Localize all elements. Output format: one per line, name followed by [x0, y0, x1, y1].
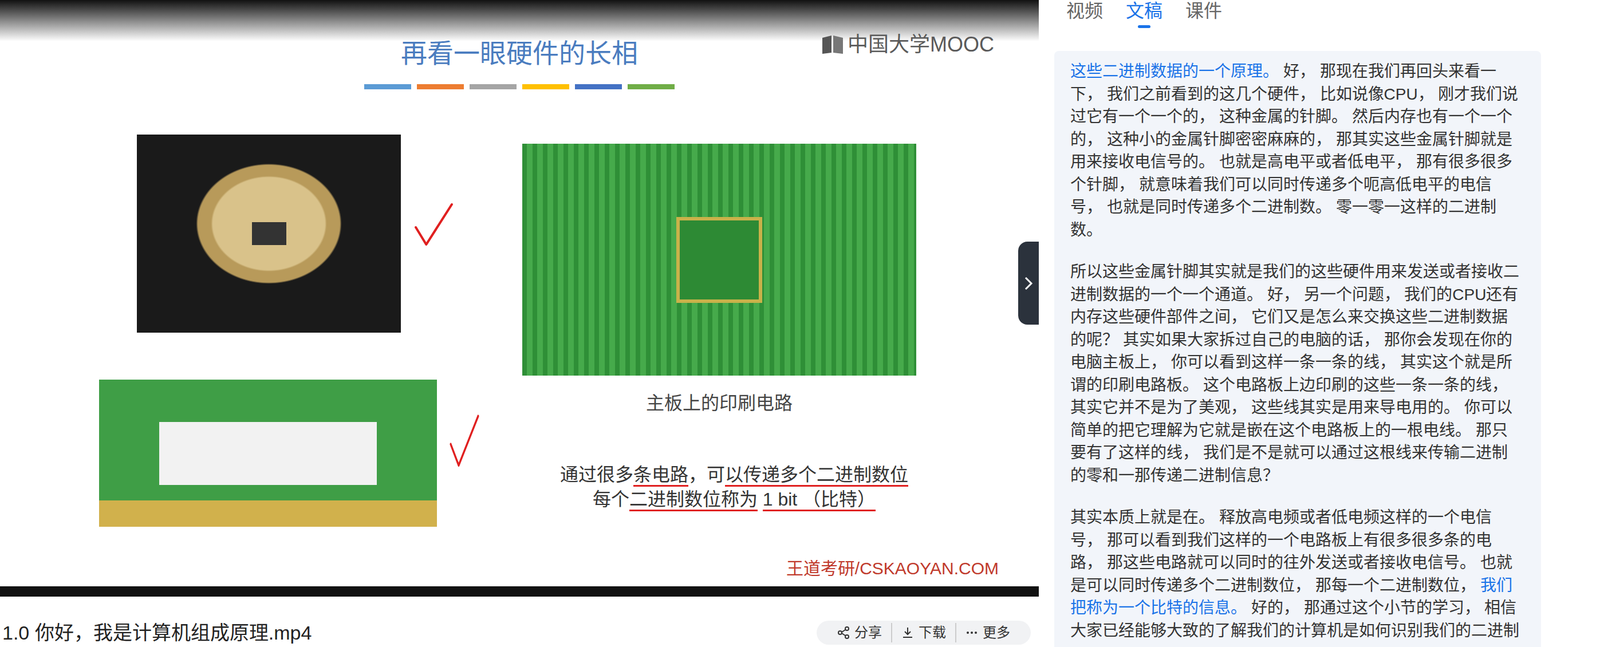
- panel-tab[interactable]: 文稿: [1125, 0, 1163, 29]
- mooc-logo-icon: [821, 34, 845, 55]
- pcb-chip-area: [676, 217, 763, 303]
- title-bar: [522, 84, 570, 90]
- title-bar: [574, 84, 622, 90]
- slide-line-part: 1 bit （比特）: [762, 489, 876, 512]
- transcript-sentence[interactable]: 好， 那现在我们再回头来看一下， 我们之前看到的这几个硬件， 比如说像CPU， …: [1070, 62, 1519, 239]
- check-mark-icon: [413, 202, 455, 248]
- panel-tabs: 视频文稿课件: [1050, 0, 1554, 29]
- slide-line-part: 以传递多个二进制数位: [724, 464, 909, 487]
- ram-row: [99, 379, 504, 527]
- tab-underline: [1137, 25, 1151, 29]
- panel-tab[interactable]: 视频: [1066, 0, 1103, 29]
- more-icon: [965, 626, 979, 640]
- transcript-paragraph: 其实本质上就是在。 释放高电频或者低电频这样的一个电信号， 那可以看到我们这样的…: [1070, 506, 1523, 642]
- slide-line-part: 条电路: [633, 464, 689, 487]
- action-label: 更多: [982, 623, 1011, 643]
- cpu-row: [136, 134, 504, 333]
- transcript-paragraph: 这些二进制数据的一个原理。 好， 那现在我们再回头来看一下， 我们之前看到的这几…: [1070, 60, 1523, 242]
- mooc-logo-text: 中国大学MOOC: [847, 32, 995, 58]
- video-actions: 分享 下载 更多: [816, 620, 1031, 645]
- video-title: 1.0 你好，我是计算机组成原理.mp4: [0, 620, 312, 645]
- share-icon: [837, 626, 850, 640]
- video-player[interactable]: 再看一眼硬件的长相中国大学MOOC主板上的印刷电路通过很多条电路，可以传递多个二…: [0, 0, 1039, 597]
- check-mark-icon: [448, 413, 480, 470]
- tab-label[interactable]: 文稿: [1125, 0, 1163, 22]
- title-bars: [0, 84, 1039, 90]
- video-info-bar: 1.0 你好，我是计算机组成原理.mp4 分享 下载 更多: [0, 596, 1039, 647]
- action-label: 分享: [854, 623, 882, 643]
- cpu-die: [251, 222, 287, 246]
- slide-line-part: 二进制数位称为: [629, 489, 758, 512]
- action-label: 下载: [918, 623, 947, 643]
- tab-label[interactable]: 视频: [1066, 0, 1103, 22]
- slide-line-part: 每个: [592, 489, 630, 510]
- title-bar: [416, 84, 464, 90]
- slide-line: 通过很多条电路，可以传递多个二进制数位: [527, 462, 941, 488]
- transcript-text: 这些二进制数据的一个原理。 好， 那现在我们再回头来看一下， 我们之前看到的这几…: [1054, 50, 1542, 647]
- collapse-panel-button[interactable]: [1018, 241, 1039, 325]
- slide-left: [0, 97, 504, 587]
- title-bar: [364, 84, 412, 90]
- panel-tab[interactable]: 课件: [1185, 0, 1223, 29]
- slide-text: 通过很多条电路，可以传递多个二进制数位每个二进制数位称为 1 bit （比特）: [527, 462, 941, 512]
- slide-line-part: ，可: [688, 464, 725, 486]
- transcript-sentence[interactable]: 这些二进制数据的一个原理。: [1070, 62, 1279, 81]
- cpu-photo: [136, 134, 401, 333]
- slide-header: 再看一眼硬件的长相中国大学MOOC: [0, 0, 1039, 98]
- transcript-sentence[interactable]: 其实本质上就是在。 释放高电频或者低电频这样的一个电信号， 那可以看到我们这样的…: [1070, 508, 1513, 595]
- mooc-logo: 中国大学MOOC: [821, 32, 995, 58]
- tab-label[interactable]: 课件: [1185, 0, 1223, 22]
- slide-line-part: [757, 489, 763, 510]
- video-column: 再看一眼硬件的长相中国大学MOOC主板上的印刷电路通过很多条电路，可以传递多个二…: [0, 0, 1039, 647]
- title-bar: [627, 84, 675, 90]
- pcb-photo: [522, 143, 917, 376]
- photo-caption: 主板上的印刷电路: [522, 391, 917, 415]
- slide-body: 主板上的印刷电路通过很多条电路，可以传递多个二进制数位每个二进制数位称为 1 b…: [0, 97, 1039, 587]
- slide-right: 主板上的印刷电路通过很多条电路，可以传递多个二进制数位每个二进制数位称为 1 b…: [522, 97, 1027, 587]
- ram-photo: [99, 379, 437, 527]
- ram-label: [159, 422, 377, 486]
- transcript-panel: 视频文稿课件这些二进制数据的一个原理。 好， 那现在我们再回头来看一下， 我们之…: [1050, 0, 1554, 647]
- action-button[interactable]: 更多: [955, 623, 1020, 643]
- title-bar: [469, 84, 517, 90]
- action-button[interactable]: 下载: [891, 623, 956, 643]
- chevron-right-icon: [1023, 276, 1034, 291]
- transcript-paragraph: 所以这些金属针脚其实就是我们的这些硬件用来发送或者接收二进制数据的一个一个通道。…: [1070, 260, 1523, 487]
- slide-line-part: 通过很多: [560, 464, 634, 486]
- slide-footer: 王道考研/CSKAOYAN.COM: [522, 558, 999, 579]
- slide-line: 每个二进制数位称为 1 bit （比特）: [527, 487, 941, 512]
- download-icon: [901, 626, 914, 640]
- video-bottom-band: [0, 586, 1039, 597]
- action-button[interactable]: 分享: [828, 623, 892, 643]
- transcript-sentence[interactable]: 所以这些金属针脚其实就是我们的这些硬件用来发送或者接收二进制数据的一个一个通道。…: [1070, 262, 1520, 485]
